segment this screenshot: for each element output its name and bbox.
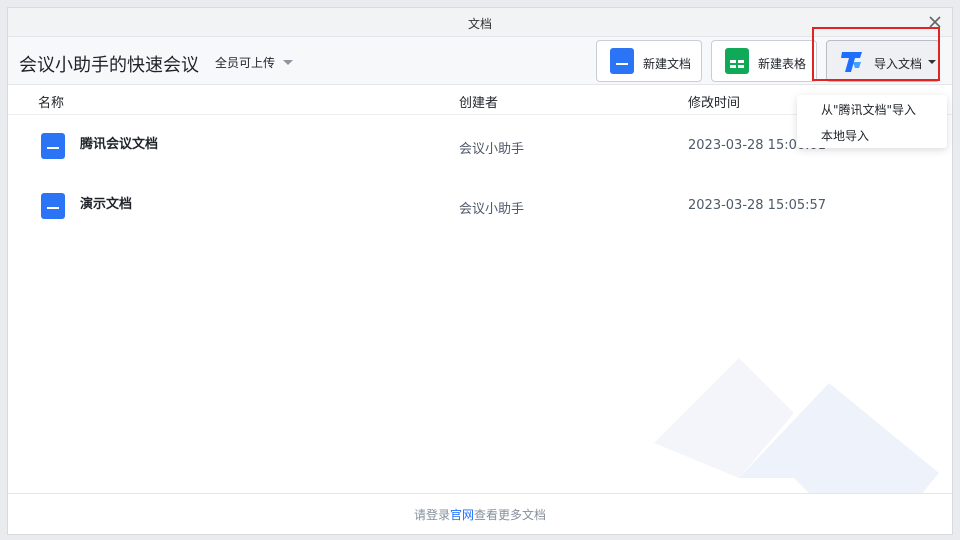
import-dropdown-menu: 从"腾讯文档"导入 本地导入 [797,95,947,148]
footer: 请登录官网查看更多文档 [8,493,952,534]
doc-icon [610,48,634,74]
file-creator: 会议小助手 [459,202,525,217]
watermark-logo-icon [654,358,939,503]
official-site-link[interactable]: 官网 [450,508,474,522]
permission-dropdown[interactable]: 全员可上传 [215,54,294,71]
import-doc-button[interactable]: 导入文档 [826,40,940,82]
column-creator-header: 创建者 [459,96,499,111]
close-icon[interactable] [926,13,944,31]
permission-label: 全员可上传 [215,56,276,70]
doc-file-icon [41,133,65,159]
file-modified-time: 2023-03-28 15:05:57 [688,198,827,213]
table-row[interactable]: 演示文档 会议小助手 2023-03-28 15:05:57 [8,176,952,236]
footer-prefix: 请登录 [413,508,450,522]
import-from-tencent-docs-option[interactable]: 从"腾讯文档"导入 [797,96,947,120]
file-name: 演示文档 [80,197,133,212]
new-doc-label: 新建文档 [643,57,692,71]
new-sheet-label: 新建表格 [758,57,807,71]
doc-file-icon [41,193,65,219]
title-bar: 文档 [8,8,952,37]
footer-suffix: 查看更多文档 [474,508,547,522]
column-modified-header: 修改时间 [688,96,741,111]
new-sheet-button[interactable]: 新建表格 [711,40,817,82]
documents-window: 文档 会议小助手的快速会议 全员可上传 新建文档 新建表格 导入文档 名称 创建… [7,7,953,535]
caret-down-icon [928,60,936,64]
new-doc-button[interactable]: 新建文档 [596,40,702,82]
sheet-icon [725,48,749,74]
import-local-option[interactable]: 本地导入 [797,122,947,146]
tencent-docs-logo-icon [841,52,862,72]
file-creator: 会议小助手 [459,142,525,157]
chevron-down-icon [283,60,294,65]
column-name-header: 名称 [38,96,65,111]
window-title: 文档 [467,17,492,31]
file-name: 腾讯会议文档 [80,137,159,152]
import-doc-label: 导入文档 [874,57,923,71]
meeting-title: 会议小助手的快速会议 [19,55,199,76]
toolbar: 会议小助手的快速会议 全员可上传 新建文档 新建表格 导入文档 [8,37,952,85]
